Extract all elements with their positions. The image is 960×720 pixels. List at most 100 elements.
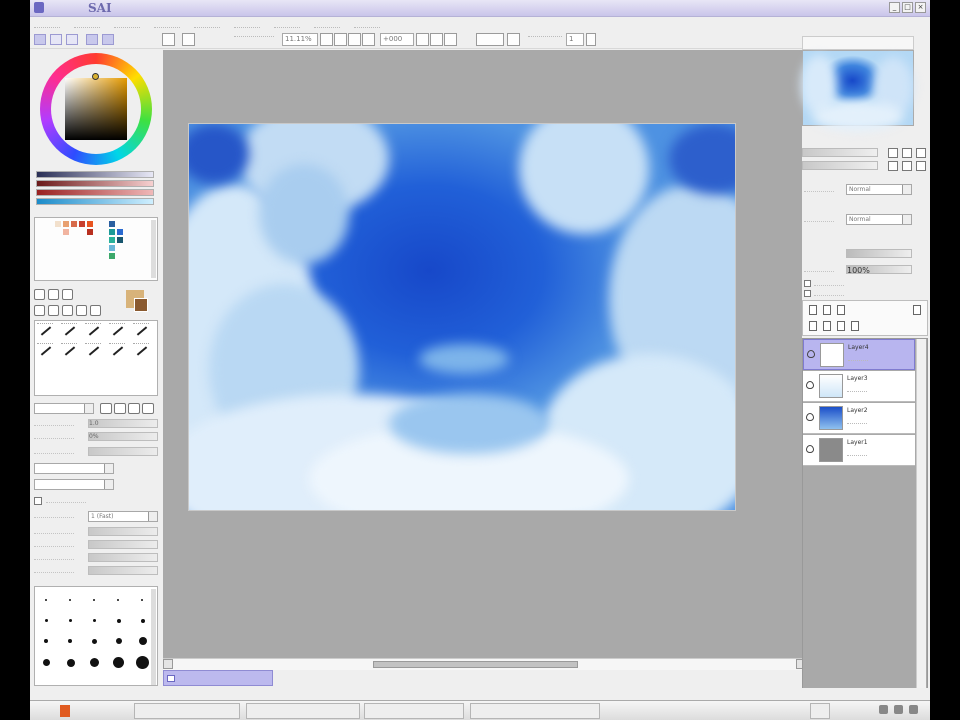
size-preset-dot[interactable]: [90, 658, 99, 667]
size-preset-dot[interactable]: [45, 619, 48, 622]
clipping-group-checkbox[interactable]: [804, 290, 811, 297]
sub-blend-select[interactable]: Normal: [846, 214, 912, 225]
hue-marker[interactable]: [92, 73, 99, 80]
taskbar-item[interactable]: [134, 703, 240, 719]
advanced-checkbox[interactable]: [34, 497, 42, 505]
brush-color-box[interactable]: [126, 290, 150, 314]
canvas-artwork[interactable]: [188, 123, 736, 511]
rotate-reset-icon[interactable]: [916, 161, 926, 171]
swatch[interactable]: [109, 221, 115, 227]
opacity-slider[interactable]: [846, 249, 912, 258]
pressure-slider[interactable]: [88, 566, 158, 575]
max-density-slider[interactable]: [88, 553, 158, 562]
swatch[interactable]: [79, 221, 85, 227]
menu-canvas[interactable]: [114, 19, 140, 28]
density-slider[interactable]: [88, 447, 158, 456]
bucket-tool-icon[interactable]: [109, 343, 127, 357]
rotate-right-icon[interactable]: [902, 161, 912, 171]
quality-select[interactable]: 1 (Fast): [88, 511, 158, 522]
menu-window[interactable]: [314, 19, 340, 28]
shape-round-icon[interactable]: [128, 403, 140, 414]
brush-texture-select[interactable]: [34, 479, 114, 490]
swatch[interactable]: [63, 229, 69, 235]
zoom-fit-button[interactable]: [348, 33, 361, 46]
horizontal-scroll-thumb[interactable]: [373, 661, 578, 668]
hand-tool-icon[interactable]: [76, 305, 87, 316]
size-preset-dot[interactable]: [68, 639, 72, 643]
canvas-horizontal-scrollbar[interactable]: [163, 658, 818, 670]
flip-vertical-button[interactable]: [507, 33, 520, 46]
menu-filter[interactable]: [234, 19, 260, 28]
size-preset-dot[interactable]: [136, 656, 149, 669]
rotate-left-button[interactable]: [416, 33, 429, 46]
taskbar-item[interactable]: [470, 703, 600, 719]
size-preset-dot[interactable]: [116, 638, 122, 644]
min-density-slider[interactable]: [88, 540, 158, 549]
watercolor-tool-icon[interactable]: [109, 323, 127, 337]
transfer-down-icon[interactable]: [809, 321, 817, 331]
new-folder-icon[interactable]: [837, 305, 845, 315]
new-layer-icon[interactable]: [809, 305, 817, 315]
size-preset-dot[interactable]: [141, 619, 145, 623]
brush-shape-select[interactable]: [34, 463, 114, 474]
flip-horizontal-button[interactable]: [476, 33, 504, 46]
eraser-tool-icon[interactable]: [37, 343, 55, 357]
brush-size-slider[interactable]: 1.0: [88, 419, 158, 428]
zoom-in-button[interactable]: [320, 33, 333, 46]
swatch[interactable]: [87, 229, 93, 235]
zoom-fit-icon[interactable]: [916, 148, 926, 158]
rotate-right-button[interactable]: [430, 33, 443, 46]
binary-tool-icon[interactable]: [133, 343, 151, 357]
tray-icon[interactable]: [894, 705, 903, 714]
size-preset-dot[interactable]: [45, 599, 47, 601]
airbrush-tool-icon[interactable]: [61, 323, 79, 337]
size-preset-dot[interactable]: [69, 619, 72, 622]
swatch[interactable]: [109, 229, 115, 235]
saturation-value-square[interactable]: [65, 78, 127, 140]
size-preset-dot[interactable]: [139, 637, 147, 645]
select-pen-tool-icon[interactable]: [61, 343, 79, 357]
scroll-left-arrow[interactable]: [163, 659, 173, 669]
visibility-eye-icon[interactable]: [806, 413, 814, 421]
layer-item[interactable]: Layer1: [803, 435, 915, 466]
menu-edit[interactable]: [74, 19, 100, 28]
zoom-field[interactable]: 11.11%: [282, 33, 318, 46]
select-eraser-tool-icon[interactable]: [85, 343, 103, 357]
taskbar-item[interactable]: [246, 703, 360, 719]
menu-view[interactable]: [274, 19, 300, 28]
swatch[interactable]: [87, 221, 93, 227]
size-preset-dot[interactable]: [141, 599, 143, 601]
layer-item[interactable]: Layer2: [803, 403, 915, 434]
zoom-reset-button[interactable]: [362, 33, 375, 46]
stabilizer-dropdown[interactable]: [586, 33, 596, 46]
palette-scrollbar[interactable]: [151, 220, 156, 278]
visibility-eye-icon[interactable]: [806, 381, 814, 389]
size-preset-dot[interactable]: [113, 657, 124, 668]
swatch[interactable]: [109, 245, 115, 251]
panel-menu-icon[interactable]: [913, 305, 921, 315]
opacity-value-slider[interactable]: 100%: [846, 265, 912, 275]
tray-icon[interactable]: [879, 705, 888, 714]
slider-g[interactable]: [36, 180, 154, 187]
view-mode-icon[interactable]: [86, 34, 98, 45]
view-mode-icon[interactable]: [102, 34, 114, 45]
view-mode-icon[interactable]: [34, 34, 46, 45]
slider-b[interactable]: [36, 189, 154, 196]
start-button[interactable]: [60, 705, 70, 717]
volume-icon[interactable]: [909, 705, 918, 714]
zoom-in-icon[interactable]: [888, 148, 898, 158]
swatch[interactable]: [55, 221, 61, 227]
size-preset-dot[interactable]: [93, 619, 96, 622]
new-linework-icon[interactable]: [823, 305, 831, 315]
stabilizer-field[interactable]: 1: [566, 33, 584, 46]
shape-flat-icon[interactable]: [142, 403, 154, 414]
presets-scrollbar[interactable]: [151, 589, 156, 685]
magic-wand-icon[interactable]: [62, 289, 73, 300]
blend-type-select[interactable]: [34, 403, 94, 414]
close-button[interactable]: ×: [915, 2, 926, 13]
size-preset-dot[interactable]: [43, 659, 50, 666]
preserve-opacity-checkbox[interactable]: [804, 280, 811, 287]
size-preset-dot[interactable]: [117, 599, 119, 601]
layer-list-scrollbar[interactable]: [916, 339, 926, 689]
maximize-button[interactable]: □: [902, 2, 913, 13]
